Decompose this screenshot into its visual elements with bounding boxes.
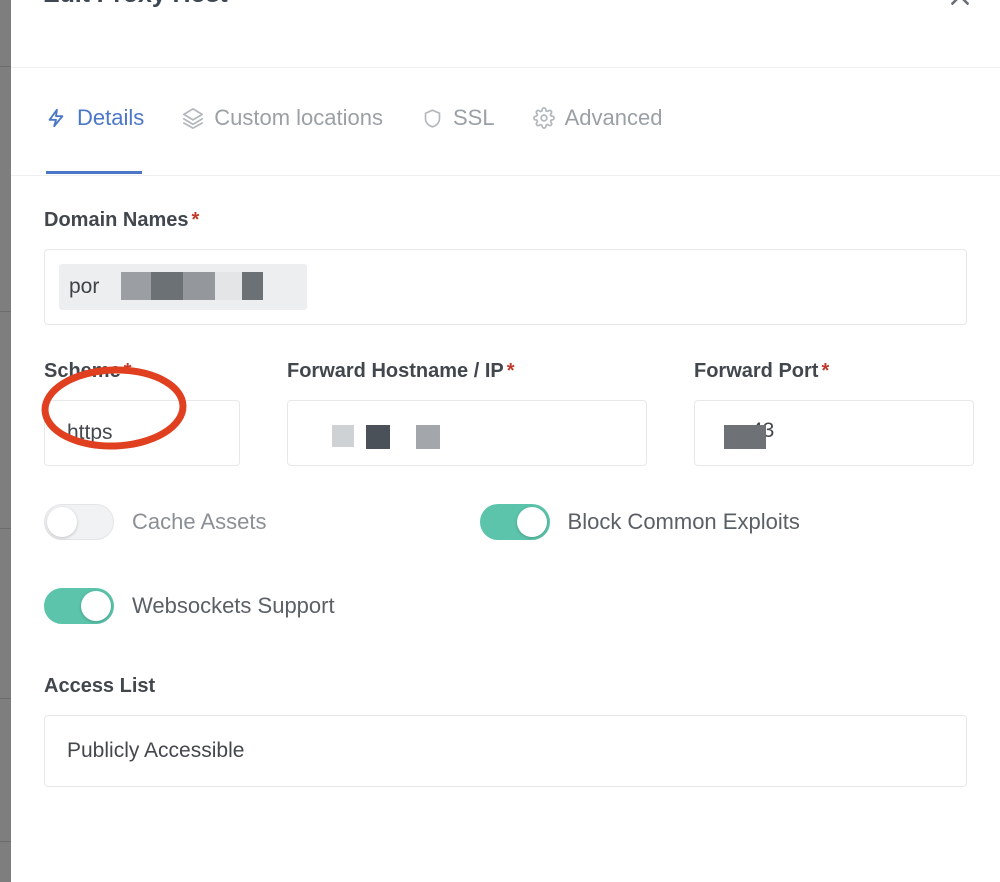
toggle-row-1: Cache Assets Block Common Exploits [44, 504, 967, 540]
details-form: Domain Names* por S [11, 176, 1000, 787]
access-list-select[interactable]: Publicly Accessible [44, 715, 967, 787]
redaction-block [183, 272, 215, 300]
switch-knob [47, 507, 77, 537]
access-list-label: Access List [44, 676, 967, 696]
block-common-exploits-switch[interactable] [480, 504, 550, 540]
screen: Edit Proxy Host Details [0, 0, 1000, 882]
tab-custom-locations-label: Custom locations [214, 107, 383, 129]
gear-icon [532, 106, 556, 130]
domain-names-label: Domain Names* [44, 210, 967, 230]
cache-assets-label: Cache Assets [132, 509, 267, 535]
required-marker: * [124, 360, 132, 382]
redaction-block [366, 425, 390, 449]
cache-assets-switch[interactable] [44, 504, 114, 540]
backdrop-divider [0, 311, 11, 312]
tab-custom-locations[interactable]: Custom locations [181, 106, 383, 174]
switch-knob [517, 507, 547, 537]
backdrop-divider [0, 528, 11, 529]
required-marker: * [821, 360, 829, 382]
tab-advanced[interactable]: Advanced [532, 106, 663, 174]
forward-hostname-input[interactable] [287, 400, 647, 466]
domain-names-label-text: Domain Names [44, 209, 189, 231]
forward-hostname-label: Forward Hostname / IP* [287, 361, 647, 381]
redaction-block [332, 425, 354, 447]
backdrop-divider [0, 66, 11, 67]
tab-bar: Details Custom locations [11, 68, 1000, 176]
forward-port-label: Forward Port* [694, 361, 974, 381]
tab-details[interactable]: Details [44, 106, 144, 174]
switch-knob [81, 591, 111, 621]
field-domain-names: Domain Names* por [44, 176, 967, 325]
redaction-block [242, 272, 263, 300]
domain-name-tag-label: por [69, 275, 99, 299]
redaction-block [121, 272, 151, 300]
block-common-exploits-toggle[interactable]: Block Common Exploits [480, 504, 800, 540]
required-marker: * [192, 209, 200, 231]
domain-name-tag[interactable]: por [59, 264, 307, 310]
edit-proxy-host-modal: Edit Proxy Host Details [11, 0, 1000, 882]
tab-ssl[interactable]: SSL [420, 106, 495, 174]
page-title: Edit Proxy Host [43, 0, 228, 9]
block-common-exploits-label: Block Common Exploits [568, 509, 800, 535]
forward-settings-row: Scheme* https Forward Hostname / IP* [44, 361, 967, 466]
access-list-value: Publicly Accessible [67, 739, 244, 763]
modal-header: Edit Proxy Host [11, 0, 1000, 68]
scheme-label-text: Scheme [44, 360, 121, 382]
shield-icon [420, 106, 444, 130]
tab-details-label: Details [77, 107, 144, 129]
tab-advanced-label: Advanced [565, 107, 663, 129]
field-scheme: Scheme* https [44, 361, 240, 466]
websockets-support-toggle[interactable]: Websockets Support [44, 588, 335, 624]
backdrop-divider [0, 841, 11, 842]
field-access-list: Access List Publicly Accessible [44, 676, 967, 787]
toggle-row-2: Websockets Support [44, 588, 967, 624]
websockets-support-label: Websockets Support [132, 593, 335, 619]
forward-port-label-text: Forward Port [694, 360, 818, 382]
forward-port-input[interactable]: 43 [694, 400, 974, 466]
domain-names-input[interactable]: por [44, 249, 967, 325]
tab-ssl-label: SSL [453, 107, 495, 129]
scheme-select[interactable]: https [44, 400, 240, 466]
modal-backdrop[interactable] [0, 0, 11, 882]
backdrop-divider [0, 698, 11, 699]
close-icon[interactable] [945, 0, 975, 11]
redaction-block [151, 272, 183, 300]
scheme-label: Scheme* [44, 361, 240, 381]
forward-hostname-label-text: Forward Hostname / IP [287, 360, 504, 382]
websockets-support-switch[interactable] [44, 588, 114, 624]
field-forward-hostname: Forward Hostname / IP* [287, 361, 647, 466]
layers-icon [181, 106, 205, 130]
lightning-bolt-icon [44, 106, 68, 130]
cache-assets-toggle[interactable]: Cache Assets [44, 504, 267, 540]
redaction-block [416, 425, 440, 449]
field-forward-port: Forward Port* 43 [694, 361, 974, 466]
required-marker: * [507, 360, 515, 382]
redaction-block [215, 272, 242, 300]
scheme-value: https [67, 421, 113, 445]
redaction-block [724, 425, 766, 449]
